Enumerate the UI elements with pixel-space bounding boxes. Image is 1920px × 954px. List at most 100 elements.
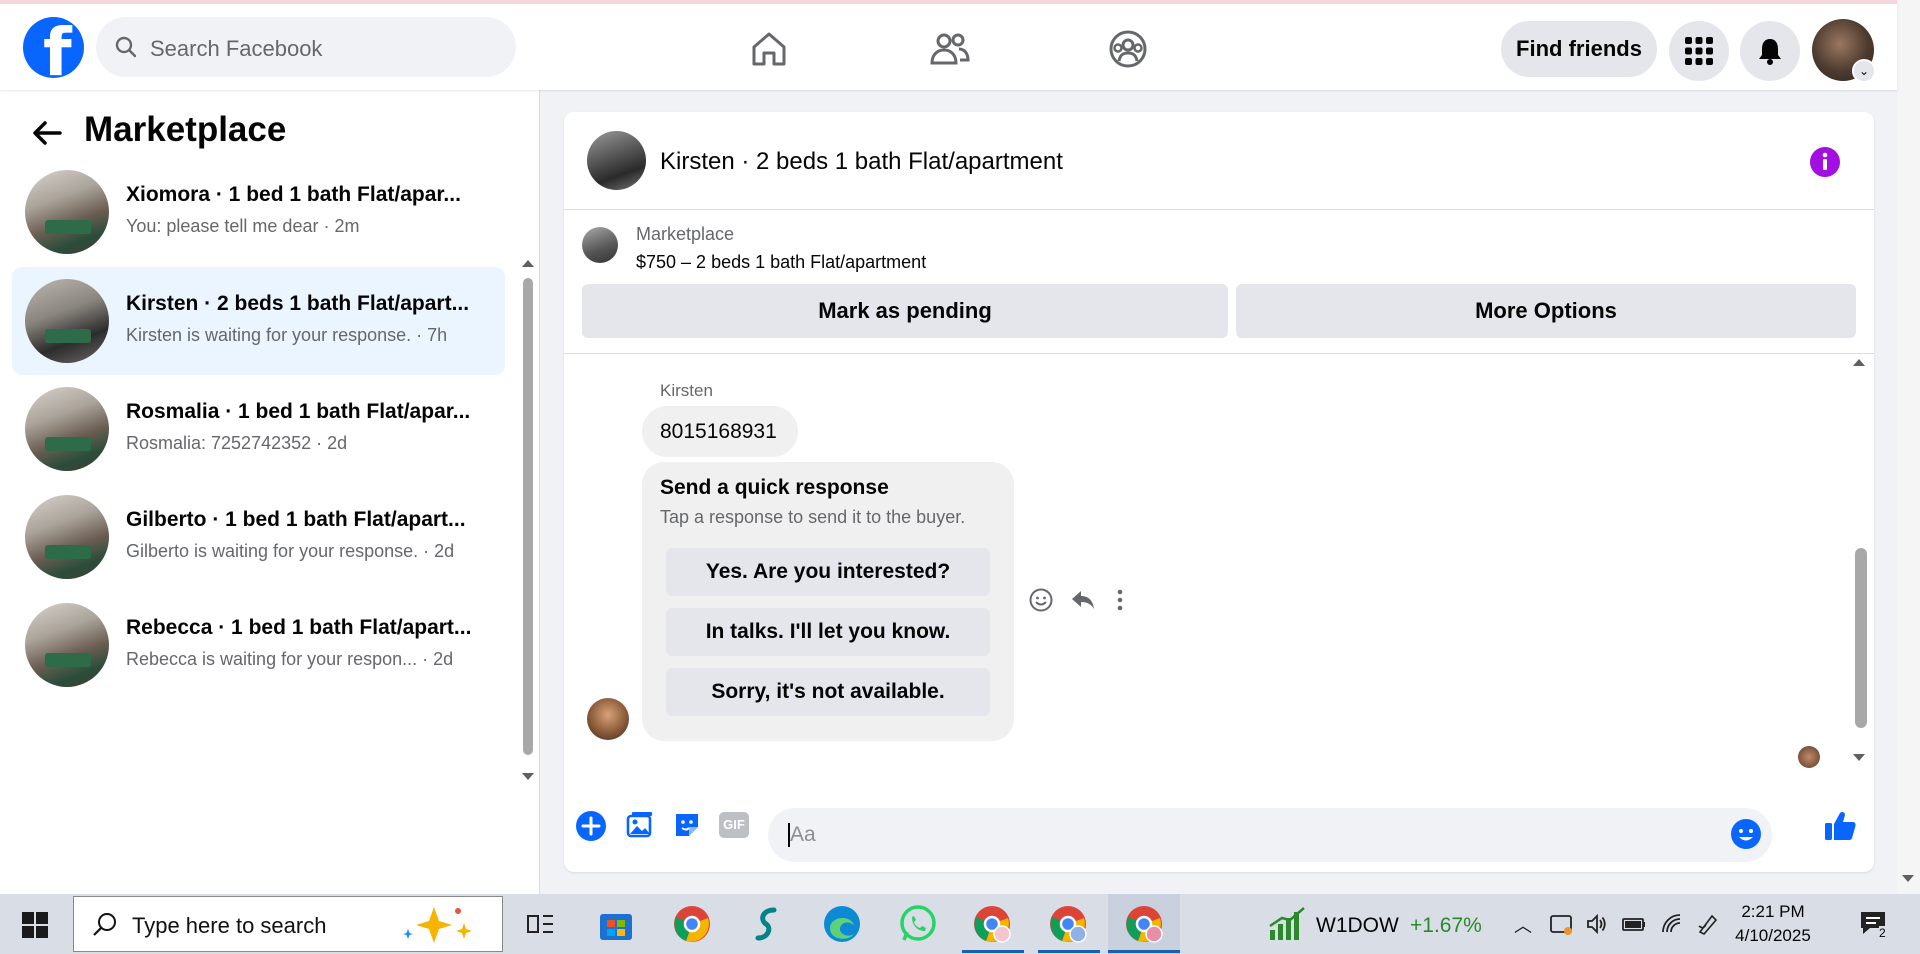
quick-response-title: Send a quick response: [660, 476, 889, 499]
search-icon: [115, 36, 137, 58]
windows-taskbar: Type here to search W1DOW +1.67% ︿ 2:21 …: [0, 894, 1920, 954]
listing-price-line[interactable]: $750 – 2 beds 1 bath Flat/apartment: [636, 252, 926, 273]
listing-thumbnail: [25, 495, 109, 579]
conversation-name: Xiomora · 1 bed 1 bath Flat/apar...: [126, 183, 461, 206]
quick-response-option[interactable]: In talks. I'll let you know.: [666, 608, 990, 656]
quick-response-subtitle: Tap a response to send it to the buyer.: [660, 507, 966, 527]
notification-count: 2: [1879, 926, 1886, 940]
stock-change: +1.67%: [1410, 914, 1482, 937]
copilot-sparkle-icon: [403, 907, 472, 943]
conversation-item-xiomora[interactable]: Xiomora · 1 bed 1 bath Flat/apar... You:…: [12, 158, 505, 266]
quick-response-option[interactable]: Yes. Are you interested?: [666, 548, 990, 596]
conversation-item-gilberto[interactable]: Gilberto · 1 bed 1 bath Flat/apart... Gi…: [12, 483, 505, 591]
conversation-name: Kirsten · 2 beds 1 bath Flat/apart...: [126, 292, 470, 315]
add-plus-icon[interactable]: [575, 810, 607, 842]
conversation-name: Rebecca · 1 bed 1 bath Flat/apart...: [126, 616, 472, 639]
search-facebook-input[interactable]: Search Facebook: [96, 17, 516, 77]
message-scrollbar[interactable]: [1850, 355, 1870, 775]
conversation-preview: Kirsten is waiting for your response. · …: [126, 325, 448, 345]
system-clock[interactable]: 2:21 PM 4/10/2025: [1718, 900, 1828, 948]
quick-response-card: Send a quick response Tap a response to …: [642, 462, 1014, 741]
taskbar-search-input[interactable]: Type here to search: [73, 896, 503, 952]
volume-icon[interactable]: [1585, 912, 1609, 936]
more-vertical-icon[interactable]: [1112, 587, 1128, 613]
emoji-icon[interactable]: [1730, 818, 1762, 850]
active-app-indicator: [962, 950, 1024, 953]
sender-avatar[interactable]: [587, 698, 629, 740]
info-icon[interactable]: [1809, 146, 1841, 178]
listing-thumbnail: [25, 170, 109, 254]
message-input-placeholder: Aa: [790, 823, 816, 846]
conversation-item-rosmalia[interactable]: Rosmalia · 1 bed 1 bath Flat/apar... Ros…: [12, 375, 505, 483]
message-bubble[interactable]: 8015168931: [642, 406, 798, 457]
marketplace-inbox-sidebar: Marketplace Xiomora · 1 bed 1 bath Flat/…: [0, 90, 540, 894]
gif-button[interactable]: GIF: [719, 812, 749, 838]
wifi-icon[interactable]: [1660, 912, 1684, 936]
quick-response-option[interactable]: Sorry, it's not available.: [666, 668, 990, 716]
conversation-item-kirsten[interactable]: Kirsten · 2 beds 1 bath Flat/apart... Ki…: [12, 267, 505, 375]
message-scrollbar-thumb[interactable]: [1855, 548, 1867, 728]
chat-header: Kirsten · 2 beds 1 bath Flat/apartment: [564, 112, 1874, 210]
scroll-down-arrow-icon[interactable]: [1852, 753, 1866, 763]
chrome-profile-icon[interactable]: [972, 904, 1012, 944]
page-scrollbar[interactable]: [1897, 0, 1920, 894]
conversation-preview: You: please tell me dear · 2m: [126, 216, 360, 236]
stock-widget[interactable]: W1DOW +1.67%: [1268, 906, 1482, 945]
clock-time: 2:21 PM: [1741, 902, 1805, 921]
search-placeholder: Search Facebook: [150, 36, 323, 61]
scroll-down-arrow-icon[interactable]: [521, 772, 535, 782]
friends-icon[interactable]: [928, 28, 970, 70]
windows-start-icon[interactable]: [22, 912, 48, 938]
scroll-down-arrow-icon[interactable]: [1901, 874, 1915, 884]
find-friends-button[interactable]: Find friends: [1501, 21, 1657, 77]
scroll-up-arrow-icon[interactable]: [1852, 357, 1866, 367]
stock-name: W1DOW: [1316, 914, 1399, 937]
home-icon[interactable]: [748, 28, 790, 70]
store-icon[interactable]: [596, 904, 636, 944]
sidebar-title: Marketplace: [84, 110, 287, 149]
meet-now-icon[interactable]: [1549, 912, 1573, 936]
conversation-preview: Rebecca is waiting for your respon... · …: [126, 649, 454, 669]
notifications-button[interactable]: [1740, 21, 1800, 81]
chat-title[interactable]: Kirsten · 2 beds 1 bath Flat/apartment: [660, 148, 1063, 176]
clock-date: 4/10/2025: [1735, 926, 1811, 945]
battery-icon[interactable]: [1621, 912, 1647, 936]
reply-icon[interactable]: [1070, 587, 1096, 613]
photo-icon[interactable]: [624, 810, 654, 840]
notification-center-button[interactable]: 2: [1858, 908, 1888, 943]
chrome-profile-icon[interactable]: [1124, 904, 1164, 944]
listing-source: Marketplace: [636, 224, 735, 244]
stock-chart-icon: [1269, 907, 1305, 940]
listing-small-thumbnail[interactable]: [582, 227, 618, 263]
chevron-down-icon[interactable]: ⌄: [1852, 59, 1876, 83]
bell-icon: [1759, 39, 1781, 65]
message-input[interactable]: Aa: [768, 808, 1772, 862]
listing-avatar[interactable]: [587, 131, 646, 190]
scroll-up-arrow-icon[interactable]: [521, 258, 535, 268]
chrome-profile-icon[interactable]: [1048, 904, 1088, 944]
thumbs-up-icon[interactable]: [1822, 808, 1858, 844]
chrome-icon[interactable]: [672, 904, 712, 944]
groups-icon[interactable]: [1107, 28, 1149, 70]
sidebar-scrollbar-thumb[interactable]: [523, 278, 533, 755]
chevron-up-icon[interactable]: ︿: [1514, 912, 1532, 938]
pen-icon[interactable]: [1696, 912, 1720, 936]
task-view-icon[interactable]: [520, 904, 560, 944]
grid-menu-icon: [1685, 37, 1713, 65]
listing-summary: Marketplace $750 – 2 beds 1 bath Flat/ap…: [564, 210, 1874, 354]
back-arrow-icon[interactable]: [30, 116, 64, 150]
sticker-icon[interactable]: [672, 810, 702, 840]
facebook-logo-letter: f: [43, 14, 72, 91]
conversation-item-rebecca[interactable]: Rebecca · 1 bed 1 bath Flat/apart... Reb…: [12, 591, 505, 699]
listing-thumbnail: [25, 387, 109, 471]
mark-as-pending-button[interactable]: Mark as pending: [582, 284, 1228, 338]
edge-icon[interactable]: [822, 904, 862, 944]
sidebar-scrollbar[interactable]: [521, 188, 535, 788]
whatsapp-icon[interactable]: [898, 904, 938, 944]
more-options-button[interactable]: More Options: [1236, 284, 1856, 338]
facebook-logo[interactable]: f: [23, 17, 84, 86]
menu-button[interactable]: [1669, 21, 1729, 81]
react-smiley-icon[interactable]: [1028, 587, 1054, 613]
sway-app-icon[interactable]: [748, 904, 788, 944]
conversation-preview: Rosmalia: 7252742352 · 2d: [126, 433, 348, 453]
